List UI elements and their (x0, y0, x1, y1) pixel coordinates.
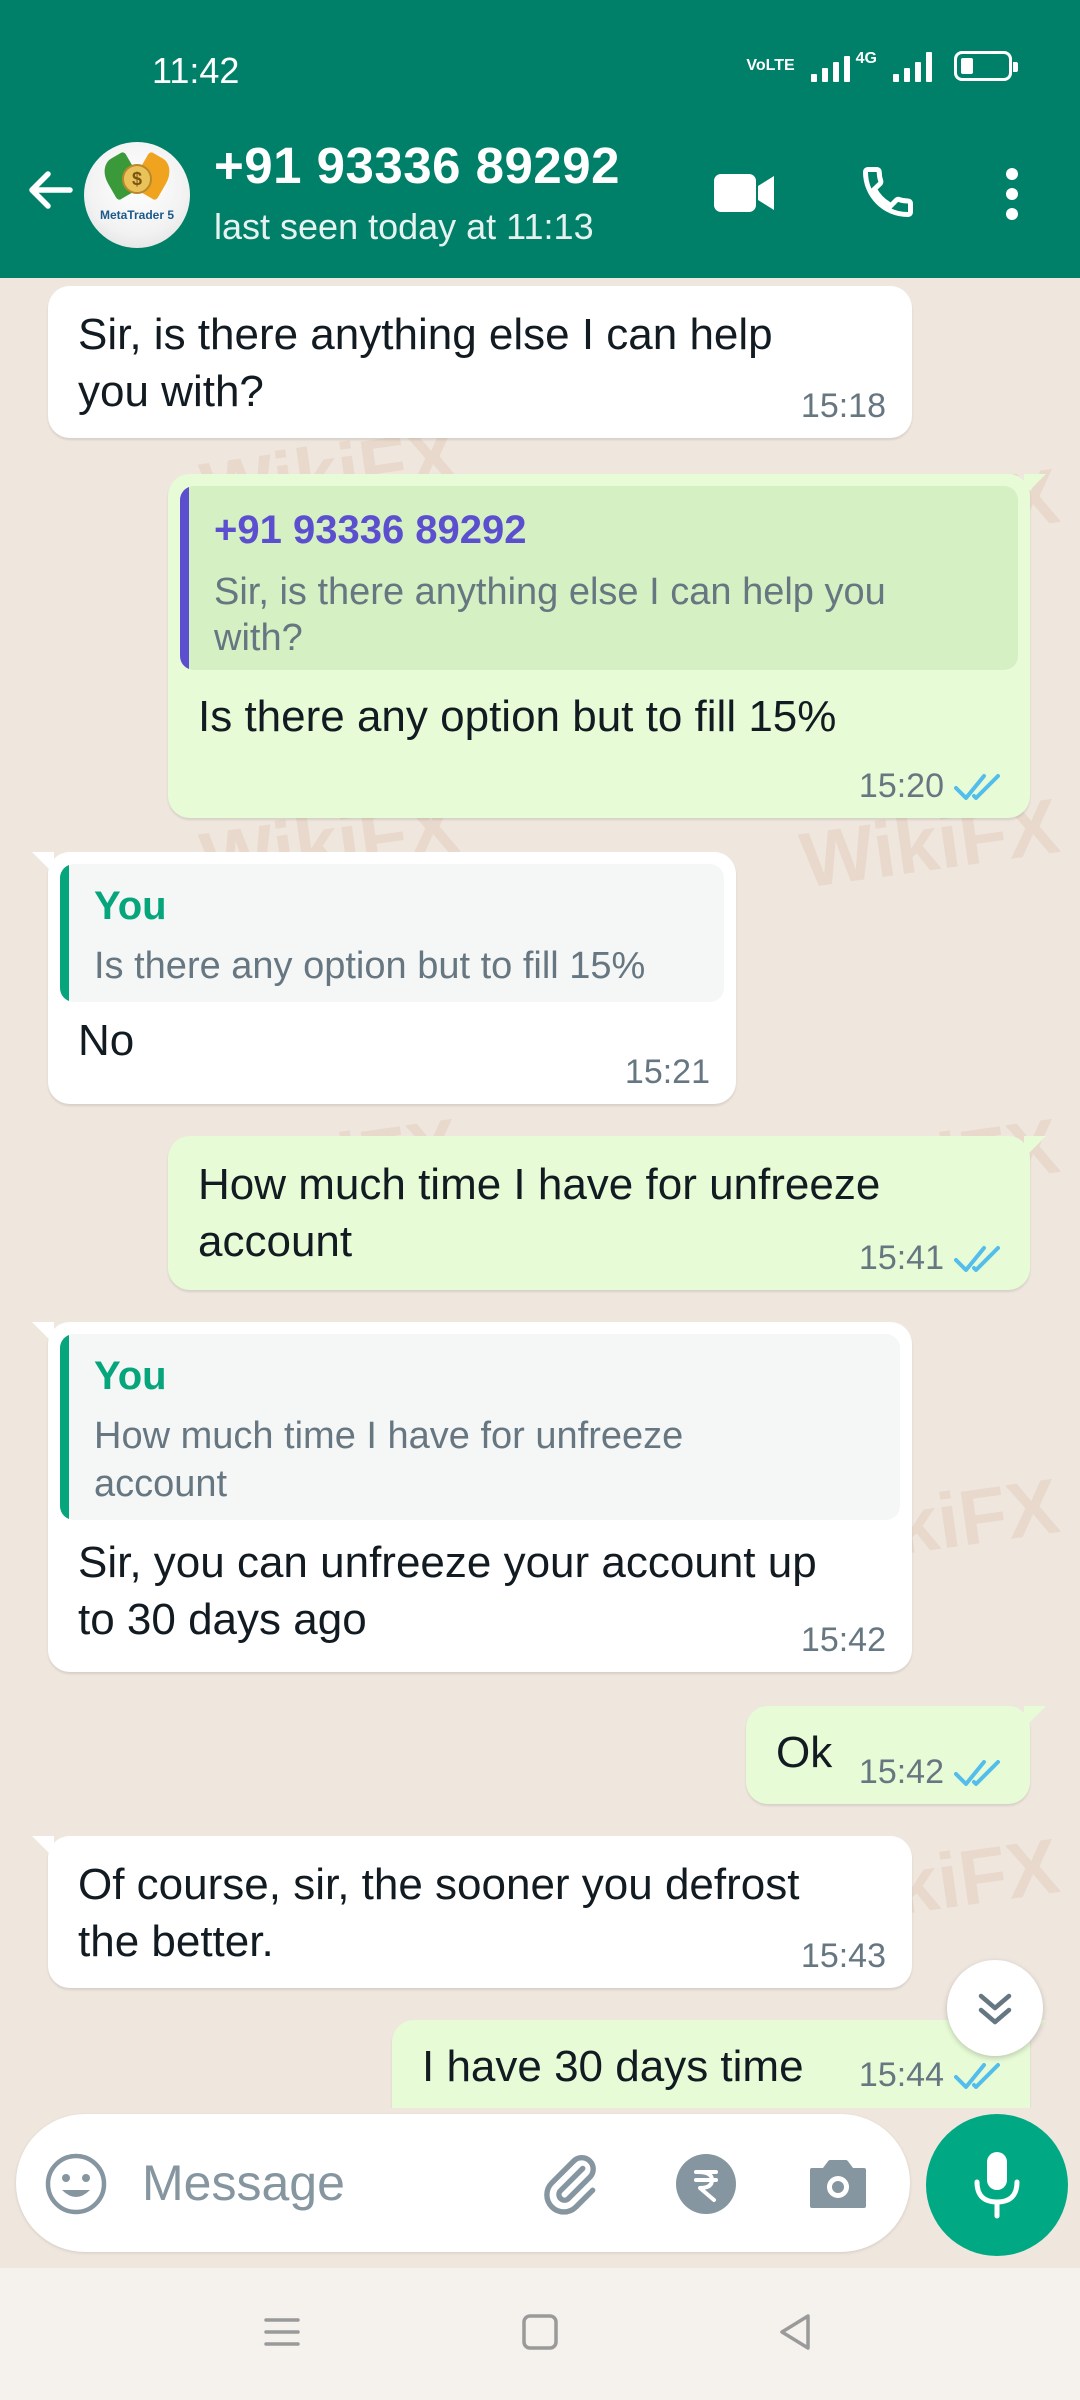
message-outgoing[interactable]: How much time I have for unfreeze accoun… (168, 1136, 1046, 1290)
back-arrow-icon[interactable] (22, 162, 78, 218)
emoji-icon[interactable] (44, 2152, 108, 2216)
message-text: you with? (78, 367, 264, 416)
rupee-payment-icon[interactable] (676, 2154, 736, 2214)
quote-author: You (94, 1354, 167, 1398)
quote-text: with? (214, 617, 303, 659)
message-text: account (198, 1217, 353, 1266)
last-seen-status: last seen today at 11:13 (214, 206, 594, 247)
chat-area[interactable]: WikiFX WikiFX WikiFX WikiFX WikiFX WikiF… (0, 278, 1080, 2108)
message-outgoing[interactable]: +91 93336 89292 Sir, is there anything e… (168, 474, 1046, 818)
chat-header: 11:42 VoLTE 4G $ MetaTrader 5 +91 93336 … (0, 0, 1080, 278)
quote-text: How much time I have for unfreeze (94, 1415, 684, 1457)
message-meta: 15:42 (801, 1621, 886, 1660)
avatar-coin: $ (122, 164, 152, 194)
message-time: 15:41 (858, 1239, 944, 1277)
voice-message-button[interactable] (926, 2114, 1068, 2256)
message-meta: 15:18 (801, 387, 886, 426)
message-incoming[interactable]: Of course, sir, the sooner you defrost t… (32, 1836, 912, 1988)
home-icon[interactable] (520, 2312, 560, 2352)
message-outgoing[interactable]: Ok 15:42 (746, 1706, 1046, 1804)
message-text: Is there any option but to fill 15% (198, 692, 837, 741)
message-time: 15:20 (858, 767, 944, 805)
message-text: Ok (776, 1728, 833, 1777)
read-receipt-icon (954, 1759, 1000, 1786)
message-meta: 15:21 (625, 1053, 710, 1092)
signal-icon (810, 50, 850, 82)
message-meta: 15:20 (859, 767, 1004, 806)
message-time: 15:42 (858, 1753, 944, 1791)
scroll-to-bottom-button[interactable] (947, 1960, 1043, 2056)
message-time: 15:44 (858, 2056, 944, 2094)
message-meta: 15:42 (859, 1753, 1004, 1792)
volte-indicator: VoLTE (746, 57, 795, 74)
message-text: How much time I have for unfreeze (198, 1160, 881, 1209)
message-meta: 15:44 (859, 2056, 1004, 2095)
message-time: 15:43 (800, 1937, 886, 1975)
avatar[interactable]: $ MetaTrader 5 (84, 142, 190, 248)
read-receipt-icon (954, 2062, 1000, 2089)
message-text: to 30 days ago (78, 1595, 367, 1644)
quote-author: You (94, 884, 167, 928)
double-chevron-down-icon (978, 1993, 1012, 2025)
quote-text: Is there any option but to fill 15% (94, 945, 646, 987)
quote-text: account (94, 1463, 228, 1505)
avatar-brand: MetaTrader 5 (99, 208, 175, 222)
quote-text: Sir, is there anything else I can help y… (214, 571, 886, 613)
message-outgoing[interactable]: I have 30 days time 15:44 (392, 2020, 1046, 2108)
menu-icon[interactable] (262, 2312, 302, 2352)
battery-icon (954, 51, 1018, 81)
more-vert-icon[interactable] (1000, 166, 1024, 222)
status-icons: VoLTE 4G (746, 50, 1018, 82)
system-navigation-bar (0, 2268, 1080, 2400)
mic-icon (974, 2152, 1020, 2219)
message-text: Sir, is there anything else I can help (78, 310, 773, 359)
message-meta: 15:41 (859, 1239, 1004, 1278)
message-time: 15:42 (800, 1621, 886, 1659)
quoted-message[interactable]: You How much time I have for unfreeze ac… (60, 1334, 900, 1520)
read-receipt-icon (954, 773, 1000, 800)
back-nav-icon[interactable] (776, 2312, 816, 2352)
message-incoming[interactable]: You How much time I have for unfreeze ac… (32, 1322, 912, 1672)
message-text: I have 30 days time (422, 2042, 804, 2091)
contact-name[interactable]: +91 93336 89292 (214, 136, 620, 195)
camera-icon[interactable] (806, 2156, 870, 2212)
attach-icon[interactable] (536, 2150, 604, 2218)
signal-icon-2 (893, 50, 932, 82)
quote-author: +91 93336 89292 (214, 508, 527, 552)
phone-icon[interactable] (858, 162, 918, 222)
message-text: Of course, sir, the sooner you defrost (78, 1860, 800, 1909)
status-time: 11:42 (152, 50, 240, 91)
network-type-label: 4G (855, 50, 877, 67)
message-text: Sir, you can unfreeze your account up (78, 1538, 817, 1587)
message-meta: 15:43 (801, 1937, 886, 1976)
message-time: 15:21 (624, 1053, 710, 1091)
quoted-message[interactable]: You Is there any option but to fill 15% (60, 864, 724, 1002)
read-receipt-icon (954, 1245, 1000, 1272)
message-composer (16, 2114, 910, 2252)
message-incoming[interactable]: You Is there any option but to fill 15% … (32, 852, 736, 1104)
message-incoming[interactable]: Sir, is there anything else I can help y… (48, 286, 912, 438)
message-input[interactable] (142, 2144, 502, 2222)
message-text: the better. (78, 1917, 274, 1966)
message-time: 15:18 (800, 387, 886, 425)
message-text: No (78, 1016, 135, 1065)
video-call-icon[interactable] (712, 168, 778, 218)
quoted-message[interactable]: +91 93336 89292 Sir, is there anything e… (180, 486, 1018, 670)
